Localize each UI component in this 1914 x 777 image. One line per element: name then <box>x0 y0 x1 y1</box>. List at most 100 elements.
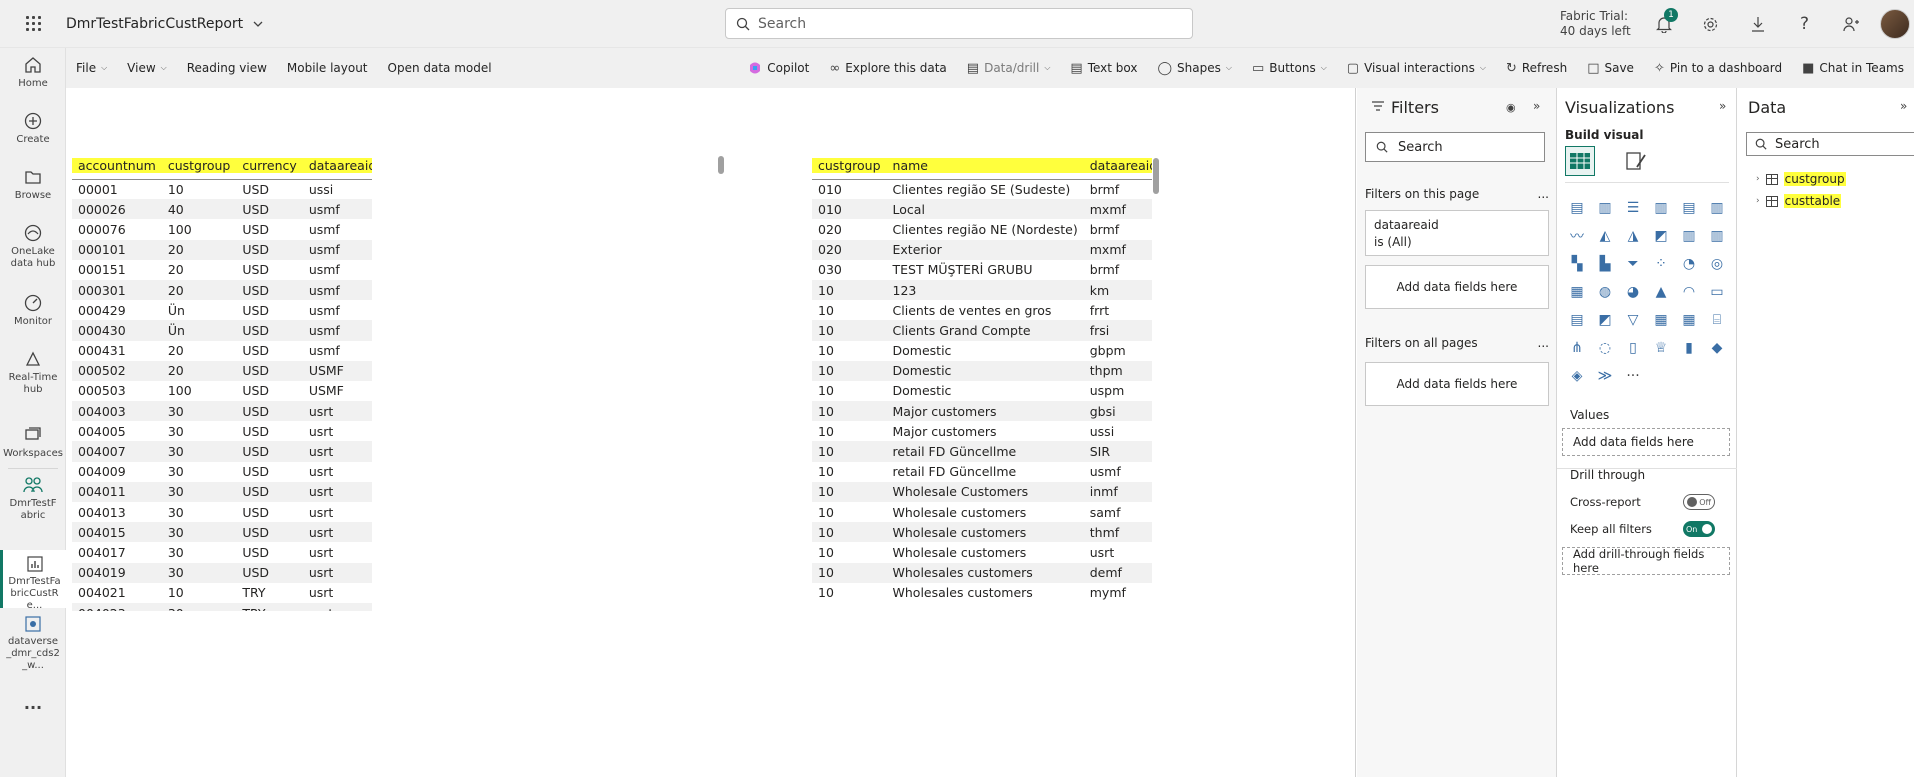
line-chart-icon[interactable]: 〰 <box>1565 224 1589 248</box>
table-row[interactable]: 00402330TRYusrt <box>72 602 372 611</box>
card-icon[interactable]: ▭ <box>1705 280 1729 304</box>
trophy-icon[interactable]: ♕ <box>1649 336 1673 360</box>
python-icon[interactable]: ◆ <box>1705 336 1729 360</box>
report-title-dropdown[interactable]: DmrTestFabricCustReport <box>66 16 263 32</box>
table-row[interactable]: 010 Clientes região SE (Sudeste) brmf <box>812 179 1152 199</box>
nav-create[interactable]: Create <box>0 112 66 146</box>
table-row[interactable]: 004015 30 USD usrt <box>72 522 372 543</box>
table-row[interactable]: 020 Exterior mxmf <box>812 239 1152 260</box>
smart-narrative-icon[interactable]: ▮ <box>1677 336 1701 360</box>
explore-button[interactable]: ∞ Explore this data <box>819 48 956 88</box>
table-row[interactable]: 000101 20 USD usmf <box>72 239 372 260</box>
more-visuals-icon[interactable]: ··· <box>1621 364 1645 388</box>
collapse-filters-button[interactable]: » <box>1533 99 1540 113</box>
table-row[interactable]: 004017 30 USD usrt <box>72 542 372 562</box>
column-header-custgroup[interactable]: custgroup <box>161 153 237 180</box>
data-drill-menu[interactable]: ▤ Data/drill ⌵ <box>957 48 1061 88</box>
line-column-icon[interactable]: ▥ <box>1677 224 1701 248</box>
table-visual-custtable[interactable]: accountnum custgroup currency dataareaid… <box>72 153 372 611</box>
paginated-icon[interactable]: ▯ <box>1621 336 1645 360</box>
add-filter-all-dropzone[interactable]: Add data fields here <box>1365 362 1549 406</box>
nav-report[interactable]: DmrTestFabricCustRe... <box>0 550 66 611</box>
table-row[interactable]: 004005 30 USD usrt <box>72 421 372 441</box>
stacked-area-icon[interactable]: ◮ <box>1621 224 1645 248</box>
table-scrollbar-thumb[interactable] <box>1153 158 1159 194</box>
feedback-button[interactable] <box>1828 0 1875 48</box>
format-visual-tab[interactable] <box>1621 146 1651 176</box>
mobile-layout-button[interactable]: Mobile layout <box>277 48 378 88</box>
matrix-icon[interactable]: ▦ <box>1677 308 1701 332</box>
open-data-model-button[interactable]: Open data model <box>378 48 502 88</box>
table-row[interactable]: 004011 30 USD usrt <box>72 481 372 502</box>
file-menu[interactable]: File ⌵ <box>66 48 117 88</box>
map-icon[interactable]: ◍ <box>1593 280 1617 304</box>
settings-button[interactable] <box>1687 0 1734 48</box>
column-header-dataareaid[interactable]: dataareaid <box>1083 153 1152 180</box>
table-row[interactable]: 000502 20 USD USMF <box>72 360 372 381</box>
table-row[interactable]: 000151 20 USD usmf <box>72 260 372 280</box>
eye-icon[interactable]: ◉ <box>1506 101 1516 114</box>
data-search-input[interactable]: Search <box>1746 132 1914 156</box>
table-row[interactable]: 000503 100 USD USMF <box>72 381 372 401</box>
clustered-bar-icon[interactable]: ☰ <box>1621 196 1645 220</box>
stacked-column-icon[interactable]: ▥ <box>1593 196 1617 220</box>
view-menu[interactable]: View ⌵ <box>117 48 177 88</box>
table-row[interactable]: 00001 10 USD ussi <box>72 179 372 199</box>
table-row[interactable]: 004021 10 TRY usrt <box>72 583 372 603</box>
decomposition-tree-icon[interactable]: ⋔ <box>1565 336 1589 360</box>
pie-chart-icon[interactable]: ◔ <box>1677 252 1701 276</box>
table-row[interactable]: 000026 40 USD usmf <box>72 199 372 220</box>
table-row[interactable]: 10 Major customers ussi <box>812 421 1152 441</box>
kpi-icon[interactable]: ◩ <box>1593 308 1617 332</box>
nav-home[interactable]: Home <box>0 56 66 90</box>
table-row[interactable]: 10 Wholesales customers demf <box>812 562 1152 583</box>
cross-report-toggle[interactable]: Off <box>1683 494 1715 510</box>
nav-semantic-model[interactable]: dataverse_dmr_cds2_w... <box>0 616 66 672</box>
power-apps-icon[interactable]: ◈ <box>1565 364 1589 388</box>
table-row[interactable]: 004003 30 USD usrt <box>72 401 372 422</box>
line-clustered-icon[interactable]: ▥ <box>1705 224 1729 248</box>
column-header-custgroup[interactable]: custgroup <box>812 153 887 180</box>
data-table-custgroup[interactable]: › custgroup <box>1756 172 1846 186</box>
donut-icon[interactable]: ◎ <box>1705 252 1729 276</box>
column-header-dataareaid[interactable]: dataareaid <box>302 153 372 180</box>
table-row[interactable]: 10 Wholesale customers thmf <box>812 522 1152 543</box>
filters-all-more-button[interactable]: ... <box>1538 336 1549 350</box>
nav-more[interactable]: ... <box>0 696 66 712</box>
avatar[interactable] <box>1880 9 1910 39</box>
text-box-button[interactable]: ▤ Text box <box>1060 48 1147 88</box>
treemap-icon[interactable]: ▦ <box>1565 280 1589 304</box>
table-visual-custgroup[interactable]: custgroup name dataareaid 010 Clientes re… <box>812 153 1152 603</box>
global-search-input[interactable]: Search <box>725 8 1193 39</box>
column-header-currency[interactable]: currency <box>236 153 303 180</box>
table-row[interactable]: 004013 30 USD usrt <box>72 502 372 522</box>
pin-dashboard-button[interactable]: ✧ Pin to a dashboard <box>1644 48 1792 88</box>
nav-browse[interactable]: Browse <box>0 168 66 202</box>
table-row[interactable]: 10 Clients de ventes en gros frrt <box>812 300 1152 320</box>
nav-monitor[interactable]: Monitor <box>0 294 66 328</box>
shapes-menu[interactable]: ◯ Shapes ⌵ <box>1147 48 1241 88</box>
collapse-viz-button[interactable]: » <box>1719 99 1726 113</box>
nav-workspaces[interactable]: Workspaces <box>0 426 66 460</box>
table-row[interactable]: 020 Clientes região NE (Nordeste) brmf <box>812 219 1152 239</box>
table-row[interactable]: 004009 30 USD usrt <box>72 462 372 482</box>
drill-through-dropzone[interactable]: Add drill-through fields here <box>1562 547 1730 575</box>
stacked-bar-icon[interactable]: ▤ <box>1565 196 1589 220</box>
buttons-menu[interactable]: ▭ Buttons ⌵ <box>1242 48 1337 88</box>
funnel-icon[interactable]: ⏷ <box>1621 252 1645 276</box>
trial-status[interactable]: Fabric Trial: 40 days left <box>1560 9 1631 39</box>
100-bar-icon[interactable]: ▤ <box>1677 196 1701 220</box>
table-row[interactable]: 000076 100 USD usmf <box>72 219 372 239</box>
collapse-data-button[interactable]: » <box>1900 99 1907 113</box>
nav-workspace-dmrtestfabric[interactable]: DmrTestFabric <box>0 476 66 522</box>
add-filter-page-dropzone[interactable]: Add data fields here <box>1365 265 1549 309</box>
table-row[interactable]: 10 123 km <box>812 279 1152 301</box>
table-row[interactable]: 10 retail FD Güncellme SIR <box>812 441 1152 462</box>
scatter-icon[interactable]: ⁘ <box>1649 252 1673 276</box>
ribbon-chart-icon[interactable]: ▚ <box>1565 252 1589 276</box>
custgroup-table[interactable]: custgroup name dataareaid 010 Clientes re… <box>812 153 1152 603</box>
table-row[interactable]: 10 Domestic thpm <box>812 360 1152 381</box>
table-row[interactable]: 10 Wholesale customers usrt <box>812 542 1152 562</box>
azure-map-icon[interactable]: ▲ <box>1649 280 1673 304</box>
column-header-accountnum[interactable]: accountnum <box>72 153 162 180</box>
